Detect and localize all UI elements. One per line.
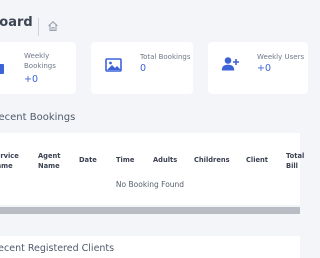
column-header-line: Total bbox=[286, 152, 305, 160]
column-header-agent-name: Agent Name bbox=[38, 152, 60, 171]
card-label-line: Bookings bbox=[24, 62, 56, 70]
page-title: board bbox=[0, 15, 33, 30]
image-icon bbox=[105, 58, 122, 72]
horizontal-scrollbar[interactable] bbox=[0, 207, 300, 214]
card-label-line: Weekly bbox=[24, 52, 50, 60]
total-bookings-card: Total Bookings 0 bbox=[91, 42, 193, 94]
calendar-icon bbox=[0, 64, 4, 74]
header-divider bbox=[38, 18, 39, 36]
column-header-total-bill: Total Bill bbox=[286, 152, 304, 171]
column-header-time: Time bbox=[116, 156, 135, 164]
card-value: +0 bbox=[24, 74, 39, 85]
page-header: board bbox=[0, 10, 300, 38]
empty-bookings-message: No Booking Found bbox=[115, 180, 185, 189]
column-header-date: Date bbox=[79, 156, 97, 164]
column-header-line: Agent bbox=[38, 152, 61, 160]
recent-clients-title: Recent Registered Clients bbox=[0, 243, 115, 254]
card-label: Total Bookings bbox=[140, 53, 191, 61]
card-value: 0 bbox=[140, 63, 147, 74]
column-header-line: Bill bbox=[286, 161, 298, 170]
column-header-client: Client bbox=[246, 156, 268, 164]
weekly-bookings-card: Weekly Bookings +0 bbox=[0, 42, 76, 94]
recent-bookings-title: Recent Bookings bbox=[0, 112, 76, 123]
card-label: Weekly Bookings bbox=[24, 51, 56, 71]
column-header-line: Service bbox=[0, 152, 19, 160]
column-header-line: Name bbox=[38, 161, 60, 170]
card-label: Weekly Users bbox=[257, 53, 305, 61]
weekly-users-card: Weekly Users +0 bbox=[208, 42, 308, 94]
home-icon[interactable] bbox=[47, 20, 59, 32]
add-user-icon bbox=[221, 57, 239, 71]
column-header-line: Name bbox=[0, 161, 13, 170]
column-header-adults: Adults bbox=[153, 156, 178, 164]
column-header-service-name: Service Name bbox=[0, 152, 19, 171]
column-header-childrens: Childrens bbox=[194, 156, 230, 164]
card-value: +0 bbox=[257, 63, 272, 74]
